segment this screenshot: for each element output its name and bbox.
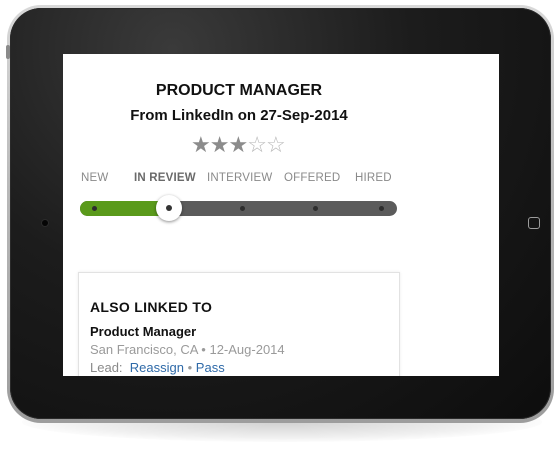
job-source-line: From LinkedIn on 27-Sep-2014 xyxy=(130,107,348,124)
meta-bullet: • xyxy=(201,342,206,357)
also-linked-card: ALSO LINKED TO Product Manager San Franc… xyxy=(78,272,400,376)
pipeline-stage-dot-new xyxy=(92,206,97,211)
camera-icon xyxy=(42,220,48,226)
pipeline-stage-labels: NEW IN REVIEW INTERVIEW OFFERED HIRED xyxy=(63,172,499,188)
pipeline-stage-dot-interview xyxy=(240,206,245,211)
linked-job-date: 12-Aug-2014 xyxy=(209,342,285,357)
pipeline-stage-dot-offered xyxy=(313,206,318,211)
stage-label-hired[interactable]: HIRED xyxy=(355,172,392,184)
pipeline-stage-handle[interactable] xyxy=(156,195,182,221)
star-filled-icon[interactable]: ★ xyxy=(228,132,248,157)
pass-link[interactable]: Pass xyxy=(196,360,225,375)
linked-job-location: San Francisco, CA xyxy=(90,342,198,357)
lead-actions: Lead: Reassign • Pass xyxy=(90,360,225,375)
linked-job-meta: San Francisco, CA • 12-Aug-2014 xyxy=(90,342,285,357)
also-linked-heading: ALSO LINKED TO xyxy=(90,299,213,315)
star-empty-icon[interactable]: ☆ xyxy=(266,132,286,157)
stage-label-new[interactable]: NEW xyxy=(81,172,108,184)
pipeline-stage-dot-hired xyxy=(379,206,384,211)
reassign-link[interactable]: Reassign xyxy=(130,360,184,375)
stage-label-in-review[interactable]: IN REVIEW xyxy=(134,172,196,184)
job-title: PRODUCT MANAGER xyxy=(155,82,323,99)
stage-label-offered[interactable]: OFFERED xyxy=(284,172,340,184)
stage-label-interview[interactable]: INTERVIEW xyxy=(207,172,272,184)
pipeline-progress-bar[interactable] xyxy=(80,195,397,221)
action-separator: • xyxy=(187,360,193,375)
app-screen: PRODUCT MANAGER From LinkedIn on 27-Sep-… xyxy=(63,54,499,376)
lead-label: Lead: xyxy=(90,360,123,375)
star-rating[interactable]: ★★★☆☆ xyxy=(191,132,286,158)
home-button-icon[interactable] xyxy=(528,217,540,229)
side-button xyxy=(6,45,10,59)
linked-job-title[interactable]: Product Manager xyxy=(90,324,196,339)
star-filled-icon[interactable]: ★ xyxy=(210,132,230,157)
star-empty-icon[interactable]: ☆ xyxy=(247,132,267,157)
star-filled-icon[interactable]: ★ xyxy=(191,132,211,157)
